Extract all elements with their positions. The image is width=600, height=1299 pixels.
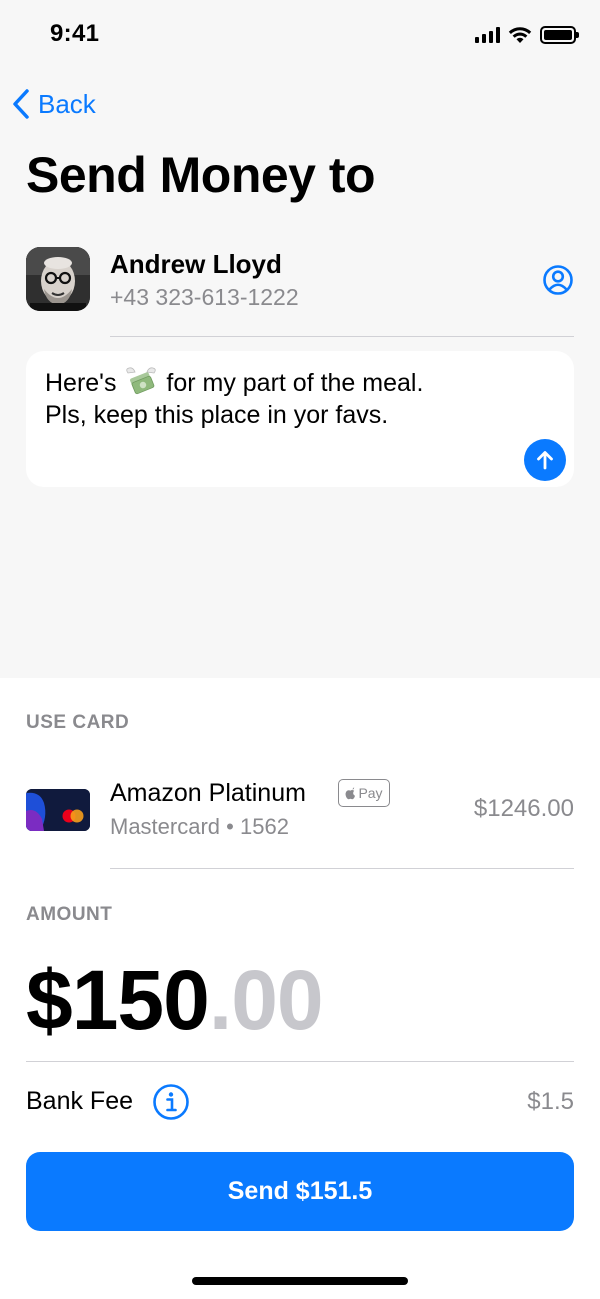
wifi-icon xyxy=(508,27,532,43)
home-indicator xyxy=(192,1277,408,1285)
recipient-name: Andrew Lloyd xyxy=(110,249,282,279)
divider xyxy=(110,336,574,337)
send-button[interactable]: Send $151.5 xyxy=(26,1152,574,1231)
divider xyxy=(26,1061,574,1062)
card-name: Amazon Platinum xyxy=(110,779,306,807)
card-details: Mastercard • 1562 xyxy=(110,814,289,839)
status-time: 9:41 xyxy=(50,20,100,47)
fee-info-button[interactable] xyxy=(152,1083,190,1126)
section-label-amount: AMOUNT xyxy=(26,904,113,925)
chevron-left-icon xyxy=(13,89,29,119)
amount-integer: $150 xyxy=(26,953,210,1047)
recipient-phone: +43 323-613-1222 xyxy=(110,284,299,310)
info-icon xyxy=(153,1084,189,1120)
cellular-signal-icon xyxy=(475,27,500,43)
apple-logo-icon xyxy=(345,786,356,799)
fee-value: $1.5 xyxy=(527,1088,574,1115)
fee-label: Bank Fee xyxy=(26,1087,134,1115)
arrow-up-icon xyxy=(537,451,553,470)
message-line-2: Pls, keep this place in yor favs. xyxy=(45,401,389,429)
money-with-wings-icon xyxy=(125,367,157,402)
person-circle-icon xyxy=(543,265,573,295)
back-button[interactable]: Back xyxy=(12,88,96,120)
avatar xyxy=(26,247,90,311)
message-field[interactable]: Here's for my part of the meal. Pls, kee… xyxy=(26,351,574,487)
card-thumbnail[interactable] xyxy=(26,789,90,831)
section-label-use-card: USE CARD xyxy=(26,712,130,733)
battery-icon xyxy=(540,26,579,44)
send-message-button[interactable] xyxy=(524,439,566,481)
amount-input[interactable]: $150.00 xyxy=(26,958,324,1042)
message-line-1: Here's for my part of the meal. xyxy=(45,367,423,402)
contact-info-button[interactable] xyxy=(542,264,574,301)
status-icons xyxy=(475,26,579,44)
apple-pay-badge: Pay xyxy=(338,779,390,807)
card-balance: $1246.00 xyxy=(473,795,574,822)
divider xyxy=(110,868,574,869)
page-title: Send Money to xyxy=(26,147,376,203)
back-label: Back xyxy=(38,88,96,119)
amount-decimal: .00 xyxy=(208,953,324,1047)
